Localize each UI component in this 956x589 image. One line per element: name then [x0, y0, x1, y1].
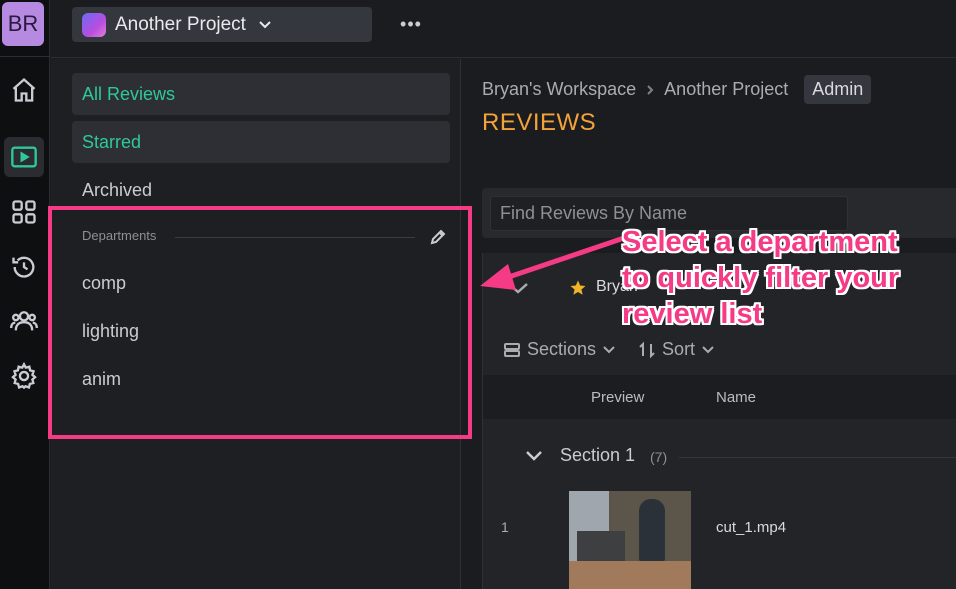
preview-thumbnail[interactable] [569, 491, 691, 589]
section-name: Section 1 [560, 445, 636, 465]
highlight-box [48, 206, 472, 439]
section-header[interactable]: Section 1 (7) [483, 435, 956, 475]
nav-all-reviews[interactable]: All Reviews [72, 73, 450, 115]
section-count: (7) [650, 449, 668, 465]
home-button[interactable] [4, 70, 44, 110]
role-badge: Admin [804, 75, 872, 104]
arrow-icon [480, 235, 627, 290]
rail-divider [0, 56, 50, 57]
play-icon [11, 146, 37, 168]
nav-archived[interactable]: Archived [72, 169, 450, 211]
chevron-down-icon [526, 451, 542, 461]
home-icon [12, 77, 36, 102]
history-icon [12, 256, 35, 278]
review-file-name[interactable]: cut_1.mp4 [716, 519, 786, 536]
more-options-button[interactable]: ••• [399, 14, 423, 34]
left-rail: BR [0, 0, 50, 589]
chevron-down-icon [259, 20, 271, 28]
breadcrumb-workspace[interactable]: Bryan's Workspace [482, 79, 636, 100]
chevron-right-icon [647, 84, 654, 95]
people-button[interactable] [4, 301, 44, 341]
nav-starred[interactable]: Starred [72, 121, 450, 163]
column-name[interactable]: Name [716, 389, 756, 406]
breadcrumb: Bryan's Workspace Another Project Admin [482, 75, 872, 104]
sections-button[interactable]: Sections [503, 339, 616, 360]
avatar[interactable]: BR [2, 2, 44, 46]
row-index: 1 [501, 519, 509, 535]
list-toolbar: Sections Sort [503, 339, 737, 360]
breadcrumb-project[interactable]: Another Project [664, 79, 788, 100]
history-button[interactable] [4, 247, 44, 287]
project-name: Another Project [115, 13, 246, 35]
sort-icon [639, 341, 655, 358]
project-logo-icon [82, 12, 106, 37]
chevron-down-icon [603, 345, 615, 353]
sections-icon [504, 342, 520, 357]
callout-text: Select a department to quickly filter yo… [622, 226, 900, 330]
people-icon [10, 311, 38, 331]
column-preview[interactable]: Preview [591, 389, 644, 406]
chevron-down-icon [702, 345, 714, 353]
table-header: Preview Name [483, 375, 956, 419]
reviews-button[interactable] [4, 137, 44, 177]
grid-icon [12, 200, 36, 224]
top-bar: Another Project ••• [51, 0, 956, 58]
dashboard-button[interactable] [4, 192, 44, 232]
page-title: REVIEWS [482, 109, 597, 136]
gear-icon [11, 362, 37, 390]
sort-button[interactable]: Sort [638, 339, 715, 360]
settings-button[interactable] [4, 356, 44, 396]
project-selector[interactable]: Another Project [72, 7, 372, 42]
section-divider [679, 457, 956, 458]
